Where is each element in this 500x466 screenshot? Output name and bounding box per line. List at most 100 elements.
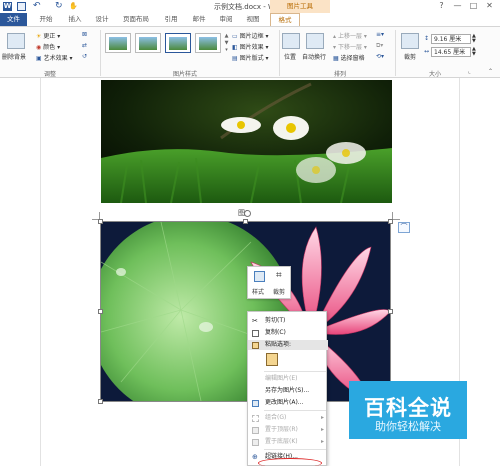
remove-background-icon[interactable] [7,33,25,49]
context-menu: ✂ 剪切(T) 复制(C) 粘贴选项: 编辑图片(E) 另存为图片(S)... … [247,311,328,466]
picture-style-1[interactable] [105,33,131,53]
menu-item-copy[interactable]: 复制(C) [248,328,328,338]
title-bar: W ↶ ↻ ✋ 示例文档.docx - Word 图片工具 ? — □ ✕ [0,0,500,13]
menu-separator [264,371,326,372]
resize-handle[interactable] [388,309,393,314]
tab-page-layout[interactable]: 页面布局 [118,13,154,26]
menu-item-bring-to-front[interactable]: 置于顶层(R) ▸ [248,425,328,435]
picture-effects-button[interactable]: ◧ 图片效果 ▾ [232,42,269,51]
resize-handle[interactable] [388,219,393,224]
send-back-icon [252,439,259,446]
tab-review[interactable]: 审阅 [215,13,237,26]
paste-keep-icon[interactable] [266,353,278,366]
minimize-button[interactable]: — [452,1,463,11]
tab-design[interactable]: 设计 [91,13,113,26]
picture-border-label: 图片边框 [239,33,264,40]
send-backward-button[interactable]: ▾ 下移一层 ▾ [333,42,367,51]
menu-item-change-picture[interactable]: 更改图片(A)... [248,398,328,408]
maximize-button[interactable]: □ [468,1,479,11]
close-button[interactable]: ✕ [484,1,495,11]
width-field[interactable]: 14.65 厘米 [431,47,471,57]
reset-picture-icon[interactable]: ↺ [82,53,87,60]
menu-item-edit-picture[interactable]: 编辑图片(E) [248,374,328,384]
picture-layout-label: 图片版式 [239,55,264,62]
layout-options-icon[interactable]: ⌒ [398,222,410,233]
daisy-photo[interactable] [101,80,392,203]
styles-gallery-scroll[interactable]: ▲ ▼ ▾ [223,33,230,53]
tab-mailings[interactable]: 邮件 [188,13,210,26]
corrections-button[interactable]: ☀ 更正 ▾ [36,31,60,40]
picture-style-2[interactable] [135,33,161,53]
resize-handle[interactable] [243,219,248,224]
mini-crop-button[interactable]: 裁剪 [273,287,285,296]
margin-mark [392,212,400,220]
word-window: W ↶ ↻ ✋ 示例文档.docx - Word 图片工具 ? — □ ✕ 文件… [0,0,500,466]
menu-item-edit-picture-label: 编辑图片(E) [265,375,298,382]
picture-tools-group-label: 图片工具 [270,0,330,13]
wrap-text-button[interactable]: 自动换行 [302,52,326,61]
picture-style-4[interactable] [195,33,221,53]
watermark-logo: 百科全说 助你轻松解决 [349,381,467,439]
remove-background-button[interactable]: 删除背景 [2,52,26,61]
rotate-icon[interactable]: ⟲▾ [376,53,384,60]
picture-layout-button[interactable]: ▤ 图片版式 ▾ [232,53,269,62]
menu-item-bring-to-front-label: 置于顶层(R) [265,426,298,433]
submenu-arrow-icon: ▸ [320,438,324,445]
lotus-photo[interactable] [100,221,391,402]
bring-forward-button[interactable]: ▴ 上移一层 ▾ [333,31,367,40]
style-icon[interactable] [254,271,265,282]
height-spinner[interactable]: ▲ ▼ [472,34,476,44]
tab-home[interactable]: 开始 [35,13,57,26]
position-icon[interactable] [282,33,300,49]
change-picture-icon[interactable]: ⇄ [82,42,87,49]
help-icon[interactable]: ? [436,1,447,11]
align-icon[interactable]: ≡▾ [376,31,384,38]
menu-item-cut[interactable]: ✂ 剪切(T) [248,316,328,326]
color-label: 颜色 [43,44,56,51]
picture-layout-icon: ▤ [232,55,238,62]
menu-item-save-as-picture-label: 另存为图片(S)... [265,387,310,394]
artistic-effects-button[interactable]: ▣ 艺术效果 ▾ [36,53,73,62]
position-button[interactable]: 位置 [284,52,296,61]
menu-item-save-as-picture[interactable]: 另存为图片(S)... [248,386,328,396]
mini-style-button[interactable]: 样式 [252,287,264,296]
tab-references[interactable]: 引用 [160,13,182,26]
scissors-icon: ✂ [252,317,258,325]
menu-item-send-to-back-label: 置于底层(K) [265,438,298,445]
selection-pane-button[interactable]: ▦ 选择窗格 [333,53,365,62]
menu-item-group[interactable]: 组合(G) ▸ [248,413,328,423]
menu-item-send-to-back[interactable]: 置于底层(K) ▸ [248,437,328,447]
picture-border-button[interactable]: ▭ 图片边框 ▾ [232,31,269,40]
width-spinner[interactable]: ▲ ▼ [472,47,476,57]
picture-effects-icon: ◧ [232,44,238,51]
collapse-ribbon-icon[interactable]: ⌃ [488,68,493,75]
tab-format[interactable]: 格式 [270,13,300,26]
size-dialog-launcher-icon[interactable]: ⌞ [468,68,471,75]
rotate-handle[interactable] [244,210,251,217]
bring-forward-icon: ▴ [333,33,337,40]
ribbon: 删除背景 ☀ 更正 ▾ ◉ 颜色 ▾ ▣ 艺术效果 ▾ ⊠ ⇄ ↺ 调整 ▲ ▼ ▾… [0,26,500,78]
tab-view[interactable]: 视图 [242,13,264,26]
corrections-icon: ☀ [36,33,42,40]
mini-toolbar: ⌗ 样式 裁剪 [247,266,291,299]
wrap-text-icon[interactable] [306,33,324,49]
resize-handle[interactable] [98,219,103,224]
resize-handle[interactable] [98,309,103,314]
group-objects-icon[interactable]: ⧉▾ [376,42,383,50]
width-icon: ↔ [424,48,430,55]
picture-border-icon: ▭ [232,33,238,40]
crop-mini-icon[interactable]: ⌗ [276,270,282,281]
tab-file[interactable]: 文件 [0,13,27,26]
submenu-arrow-icon: ▸ [320,426,324,433]
picture-effects-label: 图片效果 [239,44,264,51]
resize-handle[interactable] [98,399,103,404]
height-field[interactable]: 9.16 厘米 [431,34,471,44]
compress-pictures-icon[interactable]: ⊠ [82,31,87,38]
crop-button[interactable]: 裁剪 [404,52,416,61]
color-button[interactable]: ◉ 颜色 ▾ [36,42,60,51]
picture-style-3[interactable] [165,33,191,53]
tab-insert[interactable]: 插入 [64,13,86,26]
lotus-photo-art [101,222,390,401]
crop-icon[interactable] [401,33,419,49]
menu-item-cut-label: 剪切(T) [265,317,286,324]
